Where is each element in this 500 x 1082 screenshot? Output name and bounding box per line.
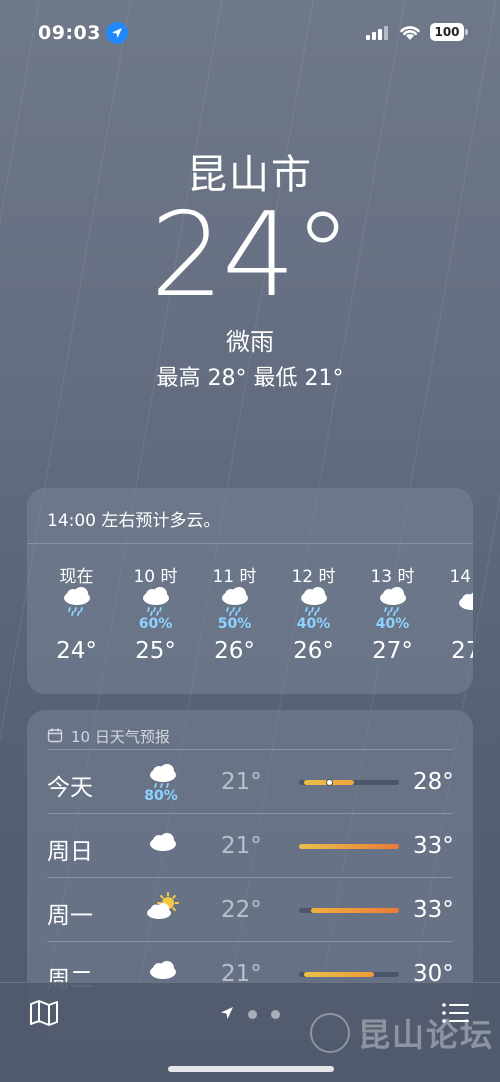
weather-condition: 微雨	[226, 328, 274, 356]
temp-range-fill	[311, 908, 399, 913]
page-indicator[interactable]	[220, 1005, 280, 1024]
partly-sunny-icon	[143, 892, 183, 926]
hour-label: 13 时	[370, 567, 415, 587]
page-dot	[271, 1010, 280, 1019]
day-row[interactable]: 周一 22° 33°	[47, 878, 454, 942]
hourly-summary: 14:00 左右预计多云。	[27, 488, 473, 544]
rain-cloud-icon	[116, 586, 195, 616]
day-high: 28°	[413, 769, 454, 795]
hour-temp: 25°	[135, 638, 176, 664]
hour-label: 现在	[59, 567, 94, 587]
rain-cloud-icon	[353, 586, 432, 616]
status-bar: 09:03 100	[0, 18, 500, 48]
day-high: 33°	[413, 897, 454, 923]
rain-cloud-icon	[274, 586, 353, 616]
cloud-icon	[143, 828, 183, 860]
page-dot	[248, 1010, 257, 1019]
hour-item: 12 时 40% 26°	[274, 562, 353, 664]
hour-item: 14 时 27°	[432, 562, 473, 664]
current-location-arrow-icon	[220, 1005, 234, 1024]
hour-temp: 27°	[451, 638, 473, 664]
hour-precip: 40%	[296, 616, 331, 632]
rain-cloud-icon	[37, 586, 116, 616]
hour-label: 10 时	[133, 567, 178, 587]
day-name: 周日	[47, 839, 93, 865]
hour-precip	[432, 616, 473, 634]
rain-cloud-icon	[195, 586, 274, 616]
day-low: 21°	[221, 833, 262, 859]
day-low: 21°	[221, 769, 262, 795]
forum-watermark: 昆山论坛	[310, 1010, 494, 1056]
hour-precip	[37, 616, 116, 634]
temp-range-bar	[299, 972, 399, 977]
map-icon[interactable]	[28, 999, 60, 1027]
day-high: 33°	[413, 833, 454, 859]
hour-item: 11 时 50% 26°	[195, 562, 274, 664]
wifi-icon	[398, 22, 422, 46]
current-temp-dot	[326, 779, 333, 786]
hour-label: 14 时	[449, 567, 473, 587]
daily-header: 10 日天气预报	[47, 710, 453, 750]
cloud-icon	[432, 586, 473, 616]
hour-label: 11 时	[212, 567, 257, 587]
calendar-icon	[47, 727, 63, 747]
temp-range-fill	[304, 972, 374, 977]
day-row[interactable]: 周日 21° 33°	[47, 814, 454, 878]
daily-header-label: 10 日天气预报	[71, 728, 170, 746]
high-low-temps: 最高 28° 最低 21°	[156, 366, 344, 391]
day-row[interactable]: 今天 80% 21° 28°	[47, 750, 454, 814]
day-name: 周一	[47, 903, 93, 929]
day-low: 22°	[221, 897, 262, 923]
day-precip: 80%	[144, 788, 178, 804]
battery-icon: 100	[430, 23, 468, 41]
status-time: 09:03	[38, 22, 101, 44]
cellular-signal-icon	[366, 26, 390, 40]
temp-range-fill	[299, 844, 399, 849]
hour-item: 10 时 60% 25°	[116, 562, 195, 664]
hour-item: 现在 24°	[37, 562, 116, 664]
watermark-text: 昆山论坛	[358, 1016, 495, 1054]
hour-item: 13 时 40% 27°	[353, 562, 432, 664]
hour-temp: 24°	[56, 638, 97, 664]
temp-range-bar	[299, 844, 399, 849]
hourly-forecast-card[interactable]: 14:00 左右预计多云。 现在 24° 10 时 60% 25° 11 时 5…	[27, 488, 473, 694]
location-arrow-icon	[106, 22, 128, 44]
hour-temp: 26°	[293, 638, 334, 664]
hour-label: 12 时	[291, 567, 336, 587]
hour-temp: 26°	[214, 638, 255, 664]
hourly-list[interactable]: 现在 24° 10 时 60% 25° 11 时 50% 26° 12 时 40…	[37, 562, 473, 664]
temp-range-bar	[299, 779, 399, 786]
temp-range-bar	[299, 908, 399, 913]
hour-precip: 60%	[138, 616, 173, 632]
day-name: 今天	[47, 775, 93, 801]
hour-precip: 50%	[217, 616, 252, 632]
hour-precip: 40%	[375, 616, 410, 632]
home-indicator	[168, 1066, 334, 1072]
hour-temp: 27°	[372, 638, 413, 664]
forum-logo-icon	[310, 1013, 350, 1053]
current-temperature: 24°	[150, 188, 352, 323]
